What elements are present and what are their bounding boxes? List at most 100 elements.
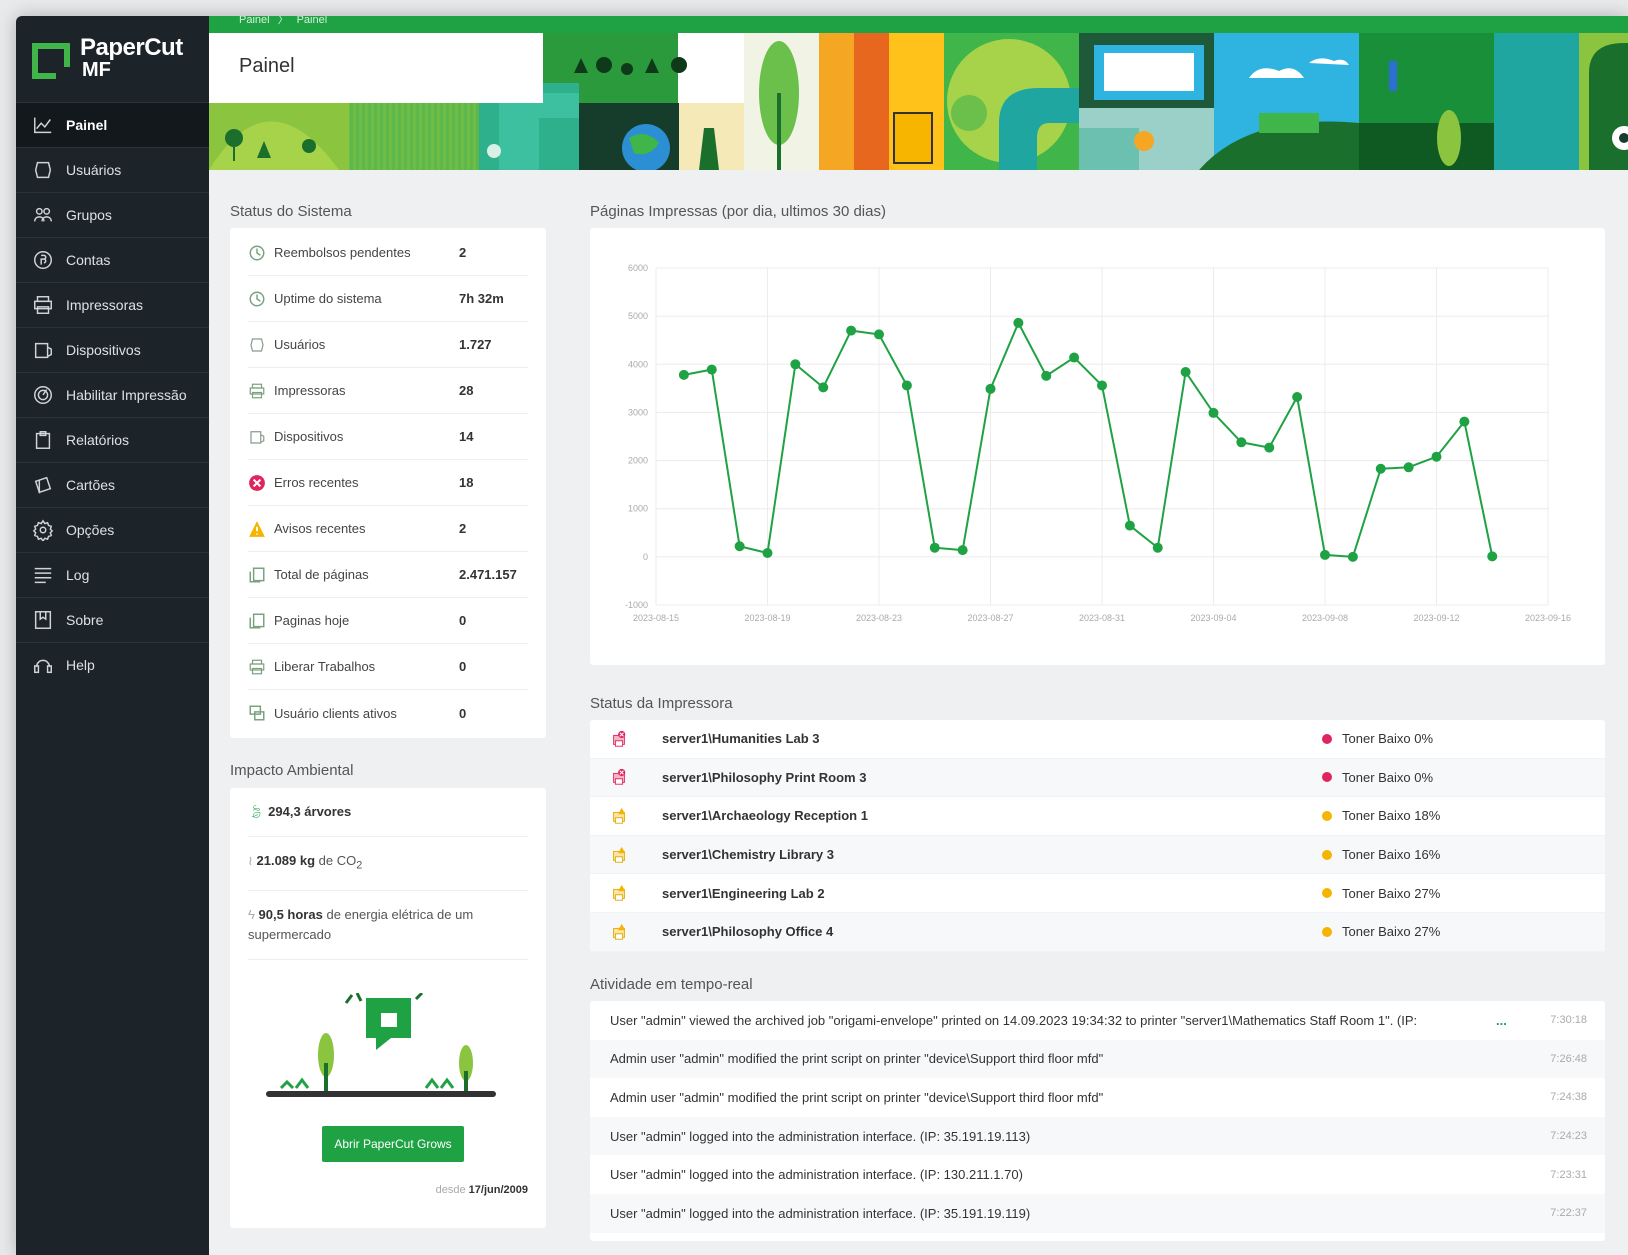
system-status-label: Dispositivos xyxy=(274,429,344,444)
chart-data-point xyxy=(678,369,689,380)
sidebar-item-help[interactable]: Help xyxy=(16,642,209,687)
printer-name-link[interactable]: server1\Philosophy Office 4 xyxy=(662,924,1322,939)
printer-warning-icon xyxy=(590,884,662,902)
sidebar-item-cartoes[interactable]: Cartões xyxy=(16,462,209,507)
breadcrumb: Painel 〉 Painel xyxy=(209,16,1628,33)
papercut-logo[interactable]: PaperCut MF xyxy=(16,16,209,102)
papercut-logo-icon xyxy=(30,37,74,81)
clock-icon xyxy=(248,244,266,262)
printer-status-row[interactable]: server1\Philosophy Office 4 Toner Baixo 2… xyxy=(590,912,1605,952)
activity-row: User "admin" logged into the administrat… xyxy=(590,1193,1605,1233)
status-dot xyxy=(1322,772,1332,783)
sidebar-item-label: Sobre xyxy=(66,612,104,628)
printer-name-link[interactable]: server1\Archaeology Reception 1 xyxy=(662,808,1322,823)
system-status-value: 7h 32m xyxy=(459,291,504,306)
co2-icon: ≀ xyxy=(248,853,253,868)
env-co2-text: de CO xyxy=(318,853,357,868)
system-status-row[interactable]: Reembolsos pendentes 2 xyxy=(248,230,528,276)
sidebar-item-sobre[interactable]: Sobre xyxy=(16,597,209,642)
device-icon xyxy=(30,339,56,361)
chart-data-point xyxy=(1487,551,1498,562)
printer-icon xyxy=(248,658,266,676)
printer-name-link[interactable]: server1\Philosophy Print Room 3 xyxy=(662,770,1322,785)
sidebar-item-habilitar-impressao[interactable]: Habilitar Impressão xyxy=(16,372,209,417)
sidebar-item-log[interactable]: Log xyxy=(16,552,209,597)
system-status-row[interactable]: Dispositivos 14 xyxy=(248,414,528,460)
system-status-row[interactable]: Erros recentes 18 xyxy=(248,460,528,506)
system-status-label: Usuário clients ativos xyxy=(274,705,397,721)
printer-status-text: Toner Baixo 0% xyxy=(1342,731,1434,747)
sidebar-item-painel[interactable]: Painel xyxy=(16,102,209,147)
open-papercut-grows-button[interactable]: Abrir PaperCut Grows xyxy=(322,1126,464,1162)
sidebar-item-label: Help xyxy=(66,657,95,673)
activity-time: 7:24:23 xyxy=(1550,1130,1587,1143)
system-status-row[interactable]: Impressoras 28 xyxy=(248,368,528,414)
sidebar-item-relatorios[interactable]: Relatórios xyxy=(16,417,209,462)
printer-status-text: Toner Baixo 27% xyxy=(1342,924,1441,940)
system-status-row[interactable]: Uptime do sistema 7h 32m xyxy=(248,276,528,322)
sidebar-item-impressoras[interactable]: Impressoras xyxy=(16,282,209,327)
sidebar-item-dispositivos[interactable]: Dispositivos xyxy=(16,327,209,372)
env-energy: ϟ 90,5 horas de energia elétrica de um s… xyxy=(248,891,528,960)
sidebar-item-usuarios[interactable]: Usuários xyxy=(16,147,209,192)
activity-row: Admin user "admin" modified the print sc… xyxy=(590,1078,1605,1117)
system-status-row[interactable]: Paginas hoje 0 xyxy=(248,598,528,644)
chart-y-tick-label: 3000 xyxy=(628,407,648,417)
sidebar-item-label: Relatórios xyxy=(66,432,130,448)
pages-icon xyxy=(248,612,266,630)
clipboard-icon xyxy=(30,429,56,451)
printer-status-row[interactable]: server1\Philosophy Print Room 3 Toner Bai… xyxy=(590,758,1605,798)
activity-time: 7:24:38 xyxy=(1550,1091,1587,1104)
energy-icon: ϟ xyxy=(248,906,255,922)
system-status-row[interactable]: Liberar Trabalhos 0 xyxy=(248,644,528,690)
chart-data-point xyxy=(957,545,968,556)
env-energy-value: 90,5 horas xyxy=(258,906,323,922)
group-icon xyxy=(30,204,56,226)
logo-text-papercut: PaperCut xyxy=(80,34,183,61)
printer-status-row[interactable]: server1\Humanities Lab 3 Toner Baixo 0% xyxy=(590,720,1605,759)
chart-data-point xyxy=(929,542,940,553)
printer-status-text: Toner Baixo 16% xyxy=(1342,847,1441,863)
printer-status-row[interactable]: server1\Archaeology Reception 1 Toner Bai… xyxy=(590,797,1605,836)
system-status-label: Avisos recentes xyxy=(274,521,366,536)
breadcrumb-item[interactable]: Painel xyxy=(239,16,270,26)
chart-data-point xyxy=(762,548,773,559)
system-status-row[interactable]: Total de páginas 2.471.157 xyxy=(248,552,528,598)
status-dot xyxy=(1322,888,1332,899)
activity-card: User "admin" viewed the archived job "or… xyxy=(590,1001,1605,1241)
help-icon xyxy=(30,654,56,676)
chart-x-tick-label: 2023-08-19 xyxy=(744,613,790,623)
activity-more-link[interactable]: ... xyxy=(1496,1013,1507,1028)
sidebar-item-contas[interactable]: Contas xyxy=(16,237,209,282)
sidebar-item-label: Grupos xyxy=(66,207,112,223)
papercut-grows-illustration xyxy=(266,993,496,1097)
printer-name-link[interactable]: server1\Humanities Lab 3 xyxy=(662,731,1322,746)
breadcrumb-item[interactable]: Painel xyxy=(297,16,328,26)
sidebar-item-grupos[interactable]: Grupos xyxy=(16,192,209,237)
system-status-row[interactable]: Usuário clients ativos 0 xyxy=(248,690,528,736)
system-status-row[interactable]: Usuários 1.727 xyxy=(248,322,528,368)
chart-data-point xyxy=(901,380,912,391)
chart-y-tick-label: -1000 xyxy=(625,600,648,610)
sidebar-item-label: Impressoras xyxy=(66,297,144,313)
logo-text-mf: MF xyxy=(82,59,111,81)
env-since-date: 17/jun/2009 xyxy=(468,1184,528,1196)
status-dot xyxy=(1322,733,1332,744)
system-status-value: 0 xyxy=(459,659,467,674)
system-status-value: 2 xyxy=(459,245,467,260)
printer-name-link[interactable]: server1\Engineering Lab 2 xyxy=(662,886,1322,901)
activity-message: User "admin" viewed the archived job "or… xyxy=(610,1012,1418,1028)
sidebar-item-opcoes[interactable]: Opções xyxy=(16,507,209,552)
printer-status-row[interactable]: server1\Chemistry Library 3 Toner Baixo 1… xyxy=(590,835,1605,875)
chart-data-point xyxy=(846,325,857,336)
activity-row: User "admin" logged into the administrat… xyxy=(590,1155,1605,1194)
activity-message: User "admin" logged into the administrat… xyxy=(610,1205,1031,1221)
printer-name-link[interactable]: server1\Chemistry Library 3 xyxy=(662,847,1322,862)
activity-time: 7:26:48 xyxy=(1550,1052,1587,1065)
pages-printed-chart: -1000 0 1000 2000 3000 4000 5000 6000 2023-08-15… xyxy=(625,263,1571,623)
system-status-label: Paginas hoje xyxy=(274,613,350,628)
system-status-row[interactable]: Avisos recentes 2 xyxy=(248,506,528,552)
printer-status-row[interactable]: server1\Engineering Lab 2 Toner Baixo 27% xyxy=(590,874,1605,913)
chart-title: Páginas Impressas (por dia, ultimos 30 d… xyxy=(590,203,886,220)
system-status-title: Status do Sistema xyxy=(230,203,352,220)
